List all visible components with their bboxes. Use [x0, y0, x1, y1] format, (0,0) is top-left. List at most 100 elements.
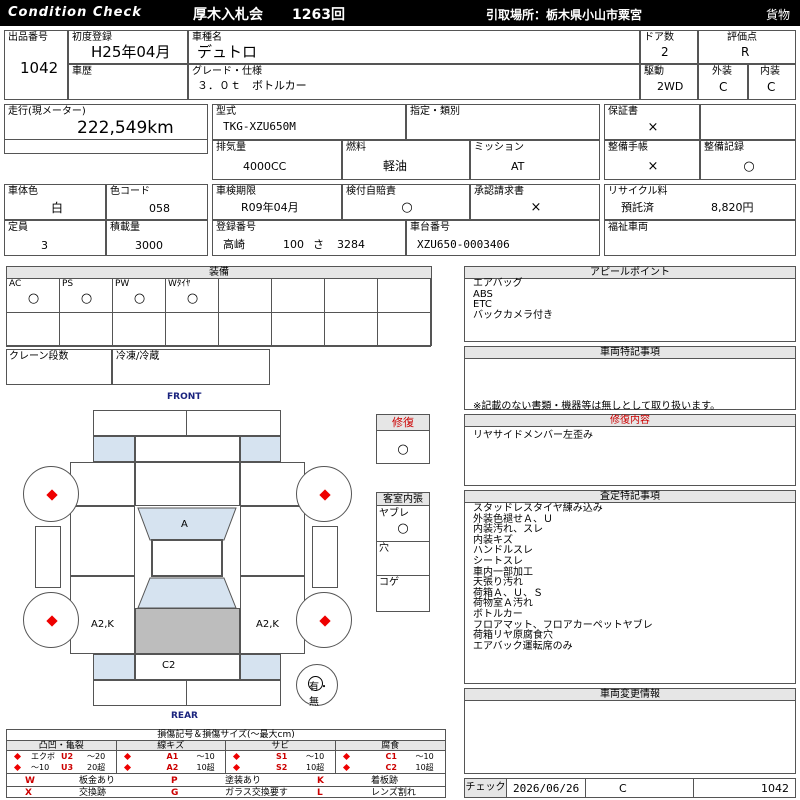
legend-code-key: P [171, 776, 178, 786]
cabin-interior [151, 539, 223, 577]
legend-entry: 〜20 [87, 752, 106, 761]
legend-group-row: S2 10超 [226, 762, 335, 773]
legend-code-value: 板金あり [79, 776, 116, 786]
legend-code-value: ガラス交換要す [225, 788, 288, 798]
damage-marker-icon [13, 763, 22, 772]
legend-group-row: C2 10超 [336, 762, 446, 773]
legend-entry: 〜10 [306, 752, 325, 761]
legend-group-name: 凸凹・亀裂 [7, 741, 116, 751]
legend-code-row: W 板金あり P 塗装あり K 着板跡 [7, 775, 445, 787]
legend-code-key: W [25, 776, 35, 786]
cabin-panel: 客室内張 ヤブレ ○ 穴 コゲ [376, 492, 430, 612]
damage-marker-icon [342, 752, 350, 761]
legend-entry: C1 [385, 752, 397, 761]
damage-mark-rear: C2 [162, 660, 176, 671]
front-left-wheel [23, 466, 79, 522]
appeal-line: エアバッグ [473, 278, 523, 289]
legend-entry: 10超 [306, 763, 325, 772]
legend-group: 腐食 C1 〜10 C2 10超 [335, 741, 446, 774]
legend-entry: 〜10 [196, 752, 215, 761]
cabin-hole-label: 穴 [379, 543, 389, 554]
legend-group-name: 線キズ [116, 741, 225, 751]
legend-code-value: 交換跡 [79, 788, 107, 798]
legend-entry: A2 [166, 763, 179, 772]
legend-code-value: 塗装あり [225, 776, 262, 786]
damage-marker-icon [319, 489, 331, 501]
appeal-line: ETC [473, 299, 492, 310]
legend-panel: 損傷記号＆損傷サイズ(〜最大cm) 凸凹・亀裂 エクボ U2 〜20 〜10 U3 20超 線… [6, 729, 446, 798]
legend-group-name: 腐食 [335, 741, 445, 751]
appeal-lines: エアバッグ ABS ETC バックカメラ付き [473, 278, 553, 321]
special-title: 車両特記事項 [465, 347, 795, 359]
legend-group-row: C1 〜10 [336, 751, 446, 762]
legend-group: サビ S1 〜10 S2 10超 [226, 741, 336, 774]
legend-entry: 10超 [196, 763, 215, 772]
damage-marker-icon [123, 763, 131, 772]
repair-detail-text: リヤサイドメンバー左歪み [473, 430, 593, 441]
yes-no-indicator: 有・無 [296, 664, 338, 708]
check-lot: 1042 [761, 782, 789, 795]
appeal-line: バックカメラ付き [473, 309, 553, 321]
legend-code-row: X 交換跡 G ガラス交換要す L レンズ割れ [7, 787, 445, 799]
inspection-note-line: エアバック運転席のみ [473, 640, 573, 652]
damage-marker-icon [46, 615, 58, 627]
repair-detail-panel: 修復内容 リヤサイドメンバー左歪み [464, 414, 796, 486]
damage-marker-icon [342, 763, 350, 772]
inspection-notes-title: 査定特記事項 [465, 491, 795, 503]
cabin-title: 客室内張 [377, 493, 429, 506]
damage-mark-right: A2,K [256, 619, 279, 630]
legend-groups: 凸凹・亀裂 エクボ U2 〜20 〜10 U3 20超 線キズ A1 〜10 A2 10超 サビ S1 〜1… [7, 741, 445, 774]
legend-code-value: レンズ割れ [371, 788, 416, 798]
inspection-notes-panel: 査定特記事項 スタッドレスタイヤ練み込み 外装色褪せＡ、Ｕ 内装汚れ、スレ 内装キズハ… [464, 490, 796, 684]
damage-mark-windshield: A [181, 519, 188, 530]
legend-entry: C2 [385, 763, 397, 772]
legend-group-row: A2 10超 [117, 762, 226, 773]
legend-entry: エクボ [31, 752, 55, 761]
yes-circle-icon [308, 676, 323, 691]
cabin-tear-mark: ○ [397, 521, 409, 536]
legend-code-key: G [171, 788, 179, 798]
legend-entry: U3 [61, 763, 74, 772]
change-info-title: 車両変更情報 [465, 689, 795, 701]
repair-box: 修復 ○ [376, 414, 430, 464]
legend-group-row: 〜10 U3 20超 [7, 762, 116, 773]
rear-right-wheel [296, 592, 352, 648]
legend-entry: 〜10 [31, 763, 50, 772]
legend-code-key: K [317, 776, 324, 786]
legend-entry: 〜10 [415, 752, 434, 761]
rear-window [137, 577, 237, 609]
damage-marker-icon [319, 615, 331, 627]
legend-entry: U2 [61, 752, 74, 761]
inspection-notes-lines: スタッドレスタイヤ練み込み 外装色褪せＡ、Ｕ 内装汚れ、スレ 内装キズ ハンドルスレ シー… [473, 503, 653, 652]
repair-label: 修復 [377, 415, 429, 431]
legend-group-row: A1 〜10 [117, 751, 226, 762]
legend-code-key: L [317, 788, 323, 798]
damage-marker-icon [232, 763, 241, 772]
special-note: ※記載のない書類・機器等は無しとして取り扱います。 [473, 401, 721, 412]
cabin-burn-label: コゲ [379, 577, 399, 588]
change-info-panel: 車両変更情報 [464, 688, 796, 774]
legend-entry: 10超 [415, 763, 434, 772]
front-right-wheel [296, 466, 352, 522]
check-date: 2026/06/26 [513, 782, 580, 795]
damage-marker-icon [123, 752, 131, 761]
inspection-note-line: スタッドレスタイヤ練み込み [473, 503, 603, 514]
appeal-panel: アピールポイント エアバッグ ABS ETC バックカメラ付き [464, 266, 796, 342]
rear-left-wheel [23, 592, 79, 648]
inspection-note-line: シートスレ [473, 555, 523, 567]
check-label: チェック [465, 779, 507, 797]
damage-mark-left: A2,K [91, 619, 114, 630]
damage-marker-icon [232, 752, 241, 761]
legend-title: 損傷記号＆損傷サイズ(〜最大cm) [7, 730, 445, 741]
damage-marker-icon [13, 752, 22, 761]
damage-marker-icon [46, 489, 58, 501]
legend-group: 凸凹・亀裂 エクボ U2 〜20 〜10 U3 20超 [7, 741, 117, 774]
inspection-note-line: ボトルカー [473, 608, 523, 620]
legend-entry: 20超 [87, 763, 106, 772]
legend-code-value: 着板跡 [371, 776, 399, 786]
legend-group: 線キズ A1 〜10 A2 10超 [116, 741, 226, 774]
legend-group-name: サビ [226, 741, 335, 751]
cabin-tear-label: ヤブレ [379, 508, 409, 519]
legend-group-row: S1 〜10 [226, 751, 335, 762]
special-panel: 車両特記事項 ※記載のない書類・機器等は無しとして取り扱います。 [464, 346, 796, 412]
